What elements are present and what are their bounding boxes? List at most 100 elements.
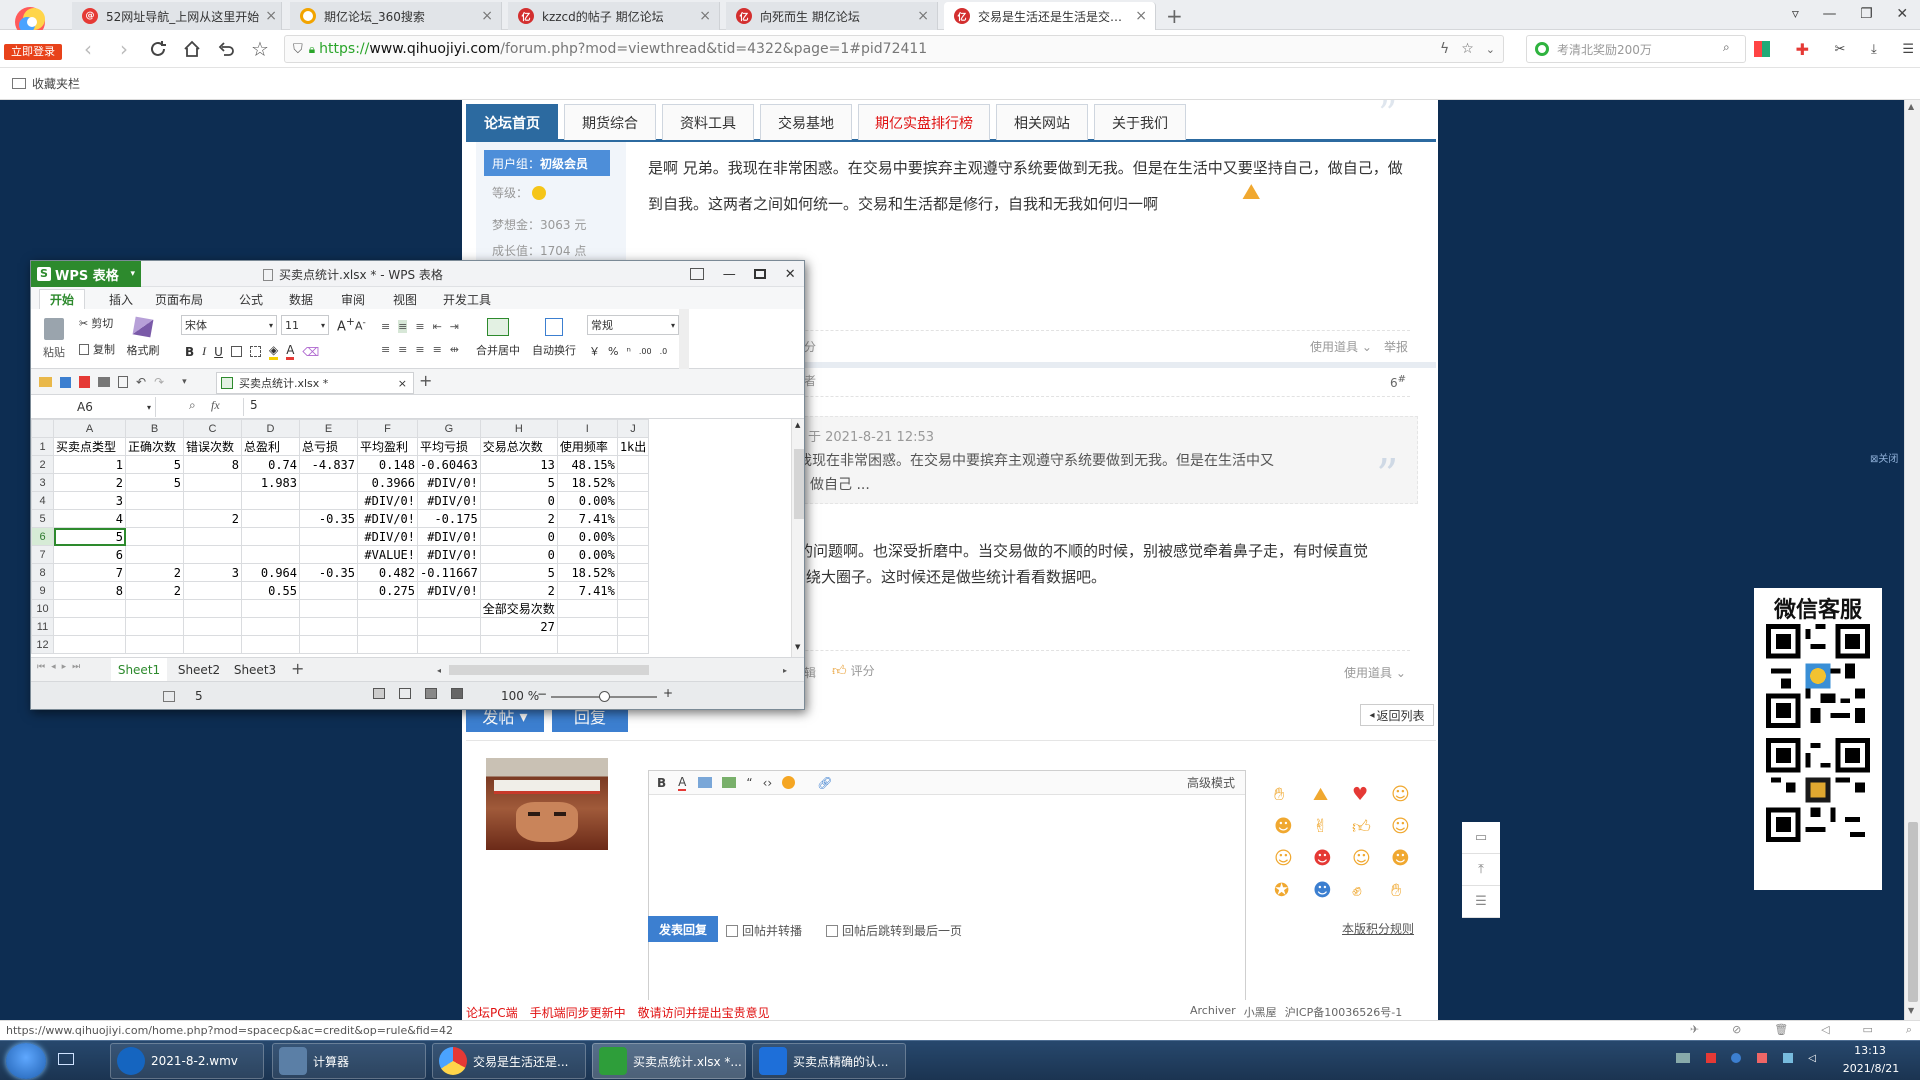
maximize-icon[interactable] <box>754 269 767 279</box>
page-scrollbar[interactable]: ▲ ▼ <box>1904 100 1920 1020</box>
post-1-tools[interactable]: 使用道具 ⌄ <box>1310 338 1372 355</box>
scroll-thumb[interactable] <box>794 449 804 519</box>
fill-color-icon[interactable]: ◈ <box>268 343 279 360</box>
cell[interactable]: -4.837 <box>299 455 358 474</box>
post-1-report[interactable]: 举报 <box>1384 338 1408 355</box>
row-header[interactable]: 12 <box>31 635 54 654</box>
taskbar-item-wps-writer[interactable]: 买卖点精确的认... <box>752 1043 906 1079</box>
star-icon[interactable]: ☆ <box>248 37 272 61</box>
taskbar-item-video[interactable]: 2021-8-2.wmv <box>110 1043 264 1079</box>
undo-icon[interactable]: ↶ <box>136 375 146 389</box>
url-bar[interactable]: ⛉ 🔒︎ https:// www.qihuojiyi.com /forum.p… <box>284 35 1504 63</box>
back-icon[interactable]: ‹ <box>76 37 100 61</box>
cell[interactable]: 7.41% <box>556 509 618 528</box>
cell[interactable] <box>241 491 300 510</box>
pdf-icon[interactable] <box>79 376 90 388</box>
close-icon[interactable]: × <box>475 8 493 24</box>
cell[interactable] <box>556 635 618 654</box>
emoji-icon[interactable]: ✊︎ <box>1352 880 1391 912</box>
browser-tab-1[interactable]: 期亿论坛_360搜索 × <box>290 2 502 30</box>
cell[interactable]: 3 <box>53 491 126 510</box>
cell[interactable]: 0.00% <box>556 527 618 546</box>
cell[interactable] <box>616 509 650 528</box>
cell[interactable] <box>616 545 650 564</box>
nav-related-sites[interactable]: 相关网站 <box>996 104 1088 140</box>
speaker-icon[interactable]: ◁ <box>1821 1023 1829 1037</box>
cell[interactable] <box>299 473 358 492</box>
submit-reply-button[interactable]: 发表回复 <box>648 916 718 942</box>
cell[interactable]: #DIV/0! <box>417 545 481 564</box>
show-desktop-icon[interactable] <box>58 1053 74 1065</box>
cell[interactable]: 5 <box>479 473 558 492</box>
plane-icon[interactable]: ✈ <box>1690 1023 1699 1037</box>
column-header[interactable]: B <box>125 419 184 438</box>
cell[interactable]: 3 <box>183 563 242 582</box>
menu-icon[interactable]: ☰ <box>1902 42 1914 57</box>
cell[interactable] <box>357 635 418 654</box>
wps-title-bar[interactable]: S WPS 表格 ▾ 买卖点统计.xlsx * - WPS 表格 — ✕ <box>31 261 804 287</box>
thousands-icon[interactable]: ⁿ <box>626 345 630 358</box>
chevron-down-icon[interactable]: ▾ <box>182 377 187 387</box>
cell[interactable] <box>616 491 650 510</box>
cell[interactable]: 5 <box>479 563 558 582</box>
cell[interactable]: 总盈利 <box>241 437 300 456</box>
scroll-right-icon[interactable]: ▸ <box>783 666 787 675</box>
cell[interactable] <box>241 599 300 618</box>
post-2-floor[interactable]: 6# <box>1390 374 1406 390</box>
cell[interactable] <box>183 491 242 510</box>
emoji-icon[interactable] <box>782 776 796 789</box>
cell[interactable]: 1k出 <box>616 437 650 456</box>
cell[interactable] <box>183 545 242 564</box>
cell[interactable] <box>357 617 418 636</box>
italic-icon[interactable]: I <box>202 344 206 359</box>
sheet-tab-3[interactable]: Sheet3 <box>227 658 283 681</box>
print-preview-icon[interactable] <box>118 376 128 388</box>
select-all-corner[interactable] <box>31 419 54 438</box>
undo-icon[interactable] <box>214 37 238 61</box>
column-header[interactable]: E <box>299 419 358 438</box>
print-icon[interactable] <box>98 377 110 387</box>
cell[interactable]: 使用频率 <box>556 437 618 456</box>
cell[interactable]: 0 <box>479 491 558 510</box>
scroll-thumb[interactable] <box>1908 822 1918 1002</box>
emoji-icon[interactable]: ✋︎ <box>1274 784 1313 816</box>
forward-icon[interactable]: › <box>112 37 136 61</box>
cell[interactable] <box>125 509 184 528</box>
cell[interactable] <box>183 599 242 618</box>
cell[interactable] <box>616 563 650 582</box>
qr-code-1[interactable] <box>1766 624 1870 728</box>
spreadsheet-grid[interactable]: A B C D E F G H I J 1 买卖点类型 正确次数 错误次数 总盈利 总亏损 平均盈利 平均亏损 交易… <box>31 419 791 657</box>
login-badge[interactable]: 立即登录 <box>4 44 62 60</box>
tab-developer[interactable]: 开发工具 <box>433 289 501 309</box>
cell[interactable] <box>241 527 300 546</box>
nav-trading-base[interactable]: 交易基地 <box>760 104 852 140</box>
cell[interactable] <box>125 527 184 546</box>
column-header[interactable]: F <box>357 419 418 438</box>
zoom-lens-icon[interactable]: ⌕ <box>189 398 196 413</box>
redo-icon[interactable]: ↷ <box>154 375 164 389</box>
search-icon[interactable]: ⌕ <box>1723 40 1730 55</box>
close-icon[interactable]: × <box>1129 8 1147 24</box>
bold-icon[interactable]: B <box>657 776 666 790</box>
cell[interactable]: 5 <box>125 473 184 492</box>
post-2-edit[interactable]: 辑 <box>804 664 816 681</box>
attachment-icon[interactable]: 🔗︎ <box>817 776 832 790</box>
cell[interactable] <box>183 617 242 636</box>
cell[interactable]: 买卖点类型 <box>53 437 126 456</box>
heart-icon[interactable]: ♥ <box>1352 784 1391 816</box>
code-icon[interactable]: ‹› <box>763 776 773 790</box>
cell[interactable] <box>241 509 300 528</box>
align-right-icon[interactable]: ≡ <box>415 343 424 356</box>
cell[interactable] <box>125 491 184 510</box>
row-header[interactable]: 2 <box>31 455 54 474</box>
cell[interactable] <box>616 527 650 546</box>
column-header[interactable]: H <box>479 419 558 438</box>
decrease-decimal-icon[interactable]: .0 <box>660 347 668 356</box>
post-2-rate[interactable]: 👍︎ 评分 <box>832 662 875 679</box>
cell[interactable]: 5 <box>125 455 184 474</box>
zoom-slider-thumb[interactable] <box>599 691 610 702</box>
row-header[interactable]: 4 <box>31 491 54 510</box>
scroll-left-icon[interactable]: ◂ <box>437 666 441 675</box>
new-tab-button[interactable]: + <box>1166 4 1183 28</box>
cell[interactable]: 平均亏损 <box>417 437 481 456</box>
